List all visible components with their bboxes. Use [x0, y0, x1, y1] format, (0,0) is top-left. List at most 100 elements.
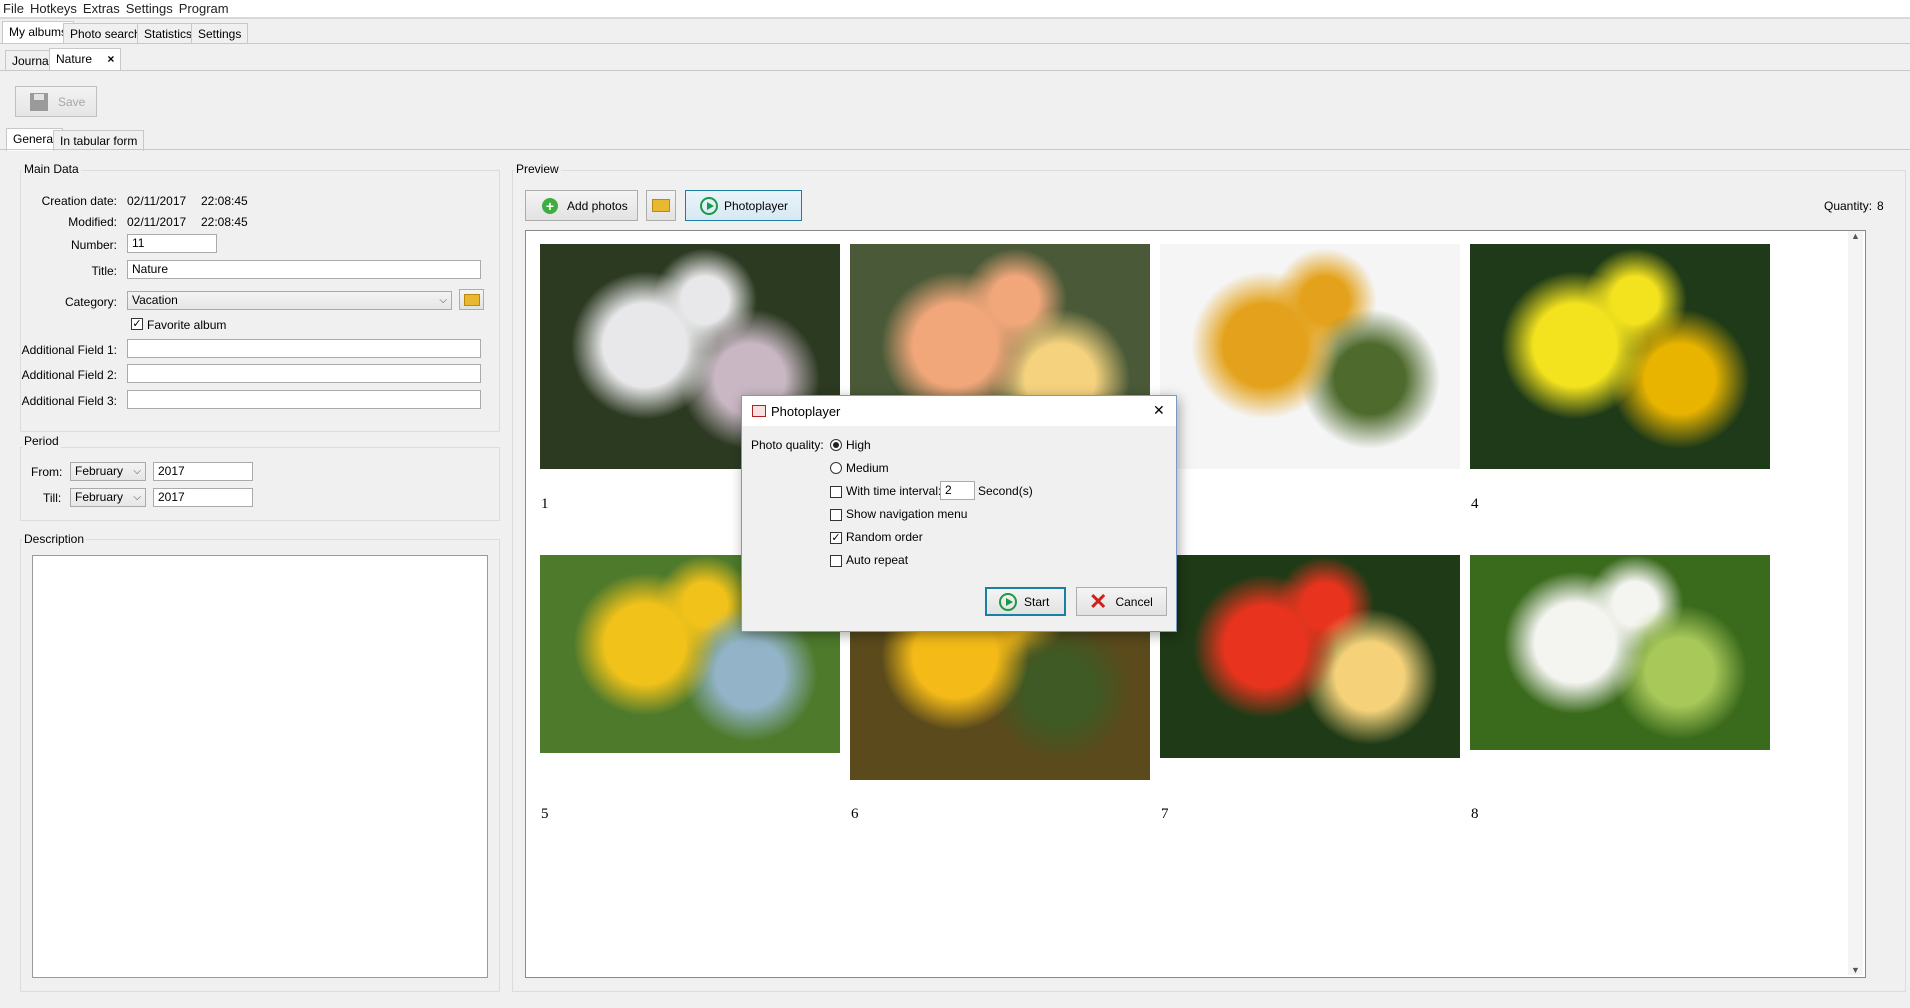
scroll-down-icon[interactable]: ▼ [1848, 965, 1863, 975]
modified-time-value: 22:08:45 [201, 215, 248, 229]
time-interval-label: With time interval: [846, 484, 942, 498]
add-icon: + [542, 197, 558, 214]
photoplayer-label: Photoplayer [724, 198, 789, 213]
quality-high-label: High [846, 438, 871, 452]
number-label: Number: [70, 238, 117, 252]
photo-number-5: 5 [541, 806, 549, 822]
favorite-album-label: Favorite album [147, 318, 227, 332]
main-tab-bar: My albums Photo search Statistics Settin… [0, 21, 1910, 44]
save-button[interactable]: Save [15, 86, 97, 117]
till-year-field[interactable]: 2017 [153, 488, 253, 507]
category-label: Category: [64, 295, 117, 309]
menu-file[interactable]: File [0, 0, 27, 17]
photo-number-4: 4 [1471, 496, 1479, 512]
doc-tab-nature[interactable]: Nature × [49, 48, 122, 71]
number-field[interactable]: 11 [127, 234, 217, 253]
chevron-down-icon: ⌵ [439, 295, 447, 306]
creation-time-value: 22:08:45 [201, 194, 248, 208]
from-year-field[interactable]: 2017 [153, 462, 253, 481]
random-order-checkbox[interactable]: ✓ [830, 532, 842, 544]
photoplayer-dialog: Photoplayer ✕ Photo quality: High Medium… [741, 395, 1177, 632]
time-interval-checkbox[interactable] [830, 486, 842, 498]
scroll-up-icon[interactable]: ▲ [1848, 231, 1863, 241]
photo-thumbnail-7[interactable] [1160, 555, 1460, 758]
quality-high-radio[interactable] [830, 439, 842, 451]
from-month-value: February [75, 464, 124, 478]
vertical-scrollbar[interactable]: ▲ ▼ [1848, 231, 1863, 975]
photo-number-6: 6 [851, 806, 859, 822]
favorite-album-checkbox[interactable]: ✓ [131, 318, 143, 330]
photo-thumbnail-4[interactable] [1470, 244, 1770, 469]
folder-icon [463, 293, 480, 306]
photoplayer-button[interactable]: Photoplayer [685, 190, 802, 221]
till-label: Till: [43, 491, 62, 505]
additional-field-1-label: Additional Field 1: [21, 343, 117, 357]
menu-program[interactable]: Program [176, 0, 232, 17]
cancel-label: Cancel [1115, 594, 1153, 609]
menu-hotkeys[interactable]: Hotkeys [27, 0, 80, 17]
photo-quality-label: Photo quality: [751, 438, 824, 452]
menu-extras[interactable]: Extras [80, 0, 123, 17]
open-folder-button[interactable] [646, 190, 676, 221]
play-icon [700, 196, 718, 215]
modified-label: Modified: [68, 215, 117, 229]
modified-date-value: 02/11/2017 [127, 215, 187, 229]
add-photos-button[interactable]: + Add photos [525, 190, 638, 221]
folder-icon [652, 199, 670, 212]
from-label: From: [31, 465, 63, 479]
additional-field-2-label: Additional Field 2: [21, 368, 117, 382]
quality-medium-label: Medium [846, 461, 889, 475]
close-icon[interactable]: ✕ [1153, 402, 1165, 419]
tab-statistics[interactable]: Statistics [137, 23, 200, 44]
play-icon [999, 592, 1017, 611]
from-month-select[interactable]: February ⌵ [70, 462, 146, 481]
floppy-disk-icon [30, 92, 48, 111]
auto-repeat-checkbox[interactable] [830, 555, 842, 567]
additional-field-3-input[interactable] [127, 390, 481, 409]
photo-thumbnail-8[interactable] [1470, 555, 1770, 750]
preview-title: Preview [514, 162, 561, 176]
dialog-title-bar: Photoplayer ✕ [742, 396, 1176, 426]
creation-date-label: Creation date: [41, 194, 117, 208]
additional-field-2-input[interactable] [127, 364, 481, 383]
add-photos-label: Add photos [567, 198, 628, 213]
random-order-label: Random order [846, 530, 923, 544]
tab-photo-search[interactable]: Photo search [63, 23, 148, 44]
time-interval-field[interactable]: 2 [940, 481, 975, 500]
tab-in-tabular-form[interactable]: In tabular form [53, 130, 145, 151]
cancel-x-icon: ✕ [1089, 588, 1108, 614]
menu-bar: File Hotkeys Extras Settings Program [0, 0, 1910, 19]
sub-tab-divider [0, 149, 1910, 150]
start-button[interactable]: Start [985, 587, 1066, 616]
quantity-label: Quantity: [1824, 199, 1873, 213]
title-field[interactable]: Nature [127, 260, 481, 279]
photo-number-1: 1 [541, 496, 549, 512]
quantity-value: 8 [1877, 199, 1884, 213]
category-select[interactable]: Vacation ⌵ [127, 291, 452, 310]
photo-thumbnail-3[interactable] [1160, 244, 1460, 469]
additional-field-1-input[interactable] [127, 339, 481, 358]
category-value: Vacation [132, 293, 178, 307]
chevron-down-icon: ⌵ [133, 466, 141, 477]
period-title: Period [22, 434, 61, 448]
photo-number-7: 7 [1161, 806, 1169, 822]
description-title: Description [22, 532, 87, 546]
description-textarea[interactable] [32, 555, 488, 978]
dialog-title: Photoplayer [771, 404, 841, 419]
till-month-value: February [75, 490, 124, 504]
main-data-title: Main Data [22, 162, 81, 176]
auto-repeat-label: Auto repeat [846, 553, 909, 567]
cancel-button[interactable]: ✕ Cancel [1076, 587, 1167, 616]
close-icon[interactable]: × [107, 52, 114, 66]
show-navigation-checkbox[interactable] [830, 509, 842, 521]
tab-bar-divider [0, 43, 1910, 44]
app-icon [752, 405, 766, 417]
category-folder-button[interactable] [459, 289, 484, 310]
show-navigation-label: Show navigation menu [846, 507, 968, 521]
till-month-select[interactable]: February ⌵ [70, 488, 146, 507]
menu-settings[interactable]: Settings [123, 0, 176, 17]
doc-tab-divider [0, 70, 1910, 71]
quality-medium-radio[interactable] [830, 462, 842, 474]
tab-settings[interactable]: Settings [191, 23, 249, 44]
creation-date-value: 02/11/2017 [127, 194, 187, 208]
